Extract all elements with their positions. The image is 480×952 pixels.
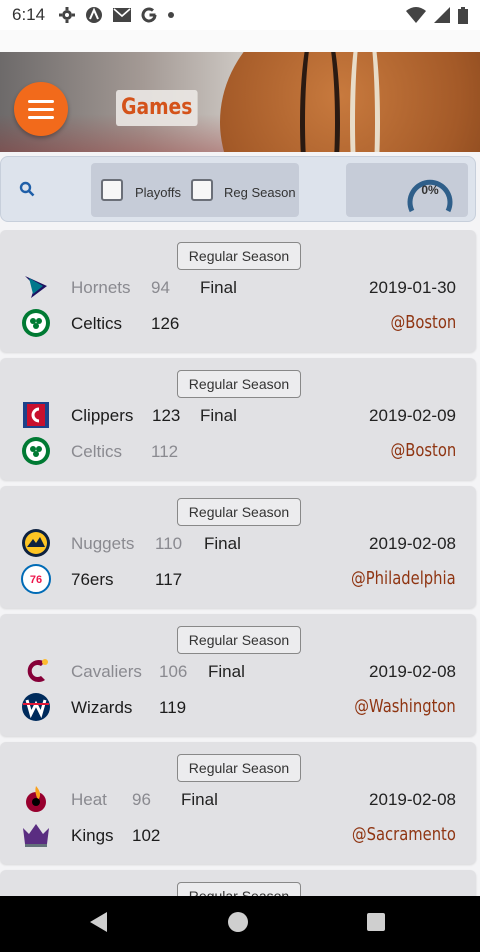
team-name: Celtics	[71, 314, 123, 333]
team-score: 126	[151, 314, 180, 333]
back-icon[interactable]	[90, 912, 107, 932]
gear-icon	[59, 7, 76, 23]
game-date: 2019-01-30	[369, 278, 456, 297]
team-row-home: 76 76ers 117 @Philadelphia	[0, 564, 476, 594]
team-name: Kings	[71, 826, 114, 845]
game-status: Final	[204, 534, 241, 553]
team-row-away: Cavaliers 106 Final 2019-02-08	[0, 656, 476, 686]
status-time: 6:14	[12, 5, 46, 24]
reg-season-checkbox[interactable]	[191, 179, 213, 201]
game-date: 2019-02-08	[369, 790, 456, 809]
battery-icon	[458, 6, 468, 24]
team-row-away: Clippers 123 Final 2019-02-09	[0, 400, 476, 430]
hamburger-icon	[28, 99, 54, 103]
team-row-home: Wizards 119 @Washington	[0, 692, 476, 722]
game-date: 2019-02-08	[369, 534, 456, 553]
game-status: Final	[200, 406, 237, 425]
search-icon[interactable]	[19, 181, 35, 197]
game-location: @Boston	[390, 440, 456, 461]
team-row-home: Celtics 112 @Boston	[0, 436, 476, 466]
progress-text: 0%	[421, 183, 439, 197]
team-row-away: Heat 96 Final 2019-02-08	[0, 784, 476, 814]
playoffs-label: Playoffs	[135, 185, 182, 200]
a-circle-icon	[86, 7, 103, 23]
team-name: Cavaliers	[71, 662, 142, 681]
svg-text:76: 76	[30, 574, 42, 586]
team-row-home: Celtics 126 @Boston	[0, 308, 476, 338]
team-name: Heat	[71, 790, 107, 809]
games-list[interactable]: Regular Season Hornets 94 Final 2019-01-30 Ce…	[0, 230, 480, 896]
team-score: 110	[155, 534, 183, 553]
game-location: @Boston	[390, 312, 456, 333]
kings-logo-icon	[21, 820, 51, 850]
team-score: 112	[151, 442, 179, 461]
celtics-logo-icon	[21, 308, 51, 338]
season-badge: Regular Season	[177, 754, 301, 782]
game-location: @Sacramento	[351, 824, 456, 845]
team-score: 119	[159, 698, 187, 717]
status-bar: 6:14	[0, 0, 480, 30]
menu-button[interactable]	[14, 82, 68, 136]
dot-icon	[168, 12, 175, 18]
wifi-icon	[406, 7, 426, 23]
home-icon[interactable]	[228, 912, 248, 932]
reg-season-label: Reg Season	[224, 185, 296, 200]
game-card[interactable]: Regular Season Clippers 123 Final 2019-02-09…	[0, 358, 476, 480]
heat-logo-icon	[21, 784, 51, 814]
playoffs-checkbox[interactable]	[101, 179, 123, 201]
season-badge: Regular Season	[177, 370, 301, 398]
team-score: 106	[159, 662, 188, 681]
ball-seam	[300, 52, 340, 152]
76ers-logo-icon: 76	[21, 564, 51, 594]
recents-icon[interactable]	[367, 913, 385, 931]
game-location: @Washington	[354, 696, 456, 717]
game-date: 2019-02-08	[369, 662, 456, 681]
game-location: @Philadelphia	[351, 568, 456, 589]
game-card[interactable]: Regular Season Cavaliers 106 Final 2019-02-0…	[0, 614, 476, 736]
team-name: Celtics	[71, 442, 123, 461]
signal-icon	[434, 7, 450, 23]
progress-box: 0%	[346, 163, 468, 217]
team-score: 102	[132, 826, 161, 845]
season-filter-group: Playoffs Reg Season	[91, 163, 299, 217]
cavaliers-logo-icon	[21, 656, 51, 686]
nuggets-logo-icon	[21, 528, 51, 558]
game-card[interactable]: Regular Season Nuggets 110 Final 2019-02-08 7…	[0, 486, 476, 608]
team-score: 123	[152, 406, 181, 425]
game-status: Final	[181, 790, 218, 809]
page-title: Games	[116, 90, 198, 126]
header-banner	[0, 52, 480, 152]
game-card[interactable]: Regular Season Heat 96 Final 2019-02-08 Kings…	[0, 742, 476, 864]
team-name: Clippers	[71, 406, 134, 425]
ball-seam	[350, 52, 380, 152]
hornets-logo-icon	[21, 272, 51, 302]
team-score: 96	[132, 790, 151, 809]
game-card[interactable]: Regular Season	[0, 870, 476, 896]
team-row-away: Nuggets 110 Final 2019-02-08	[0, 528, 476, 558]
season-badge: Regular Season	[177, 498, 301, 526]
celtics-logo-icon	[21, 436, 51, 466]
mail-icon	[113, 8, 132, 22]
team-row-away: Hornets 94 Final 2019-01-30	[0, 272, 476, 302]
clippers-logo-icon	[21, 400, 51, 430]
season-badge: Regular Season	[177, 882, 301, 896]
team-name: Hornets	[71, 278, 131, 297]
system-nav-bar	[0, 896, 480, 952]
season-badge: Regular Season	[177, 626, 301, 654]
filter-bar: Playoffs Reg Season 0%	[0, 156, 476, 222]
google-icon	[141, 7, 157, 23]
app-bar-spacer	[0, 30, 480, 52]
team-score: 94	[151, 278, 170, 297]
game-card[interactable]: Regular Season Hornets 94 Final 2019-01-30 Ce…	[0, 230, 476, 352]
team-score: 117	[155, 570, 183, 589]
team-name: 76ers	[71, 570, 114, 589]
season-badge: Regular Season	[177, 242, 301, 270]
game-status: Final	[200, 278, 237, 297]
team-name: Nuggets	[71, 534, 135, 553]
game-date: 2019-02-09	[369, 406, 456, 425]
team-name: Wizards	[71, 698, 133, 717]
wizards-logo-icon	[21, 692, 51, 722]
team-row-home: Kings 102 @Sacramento	[0, 820, 476, 850]
game-status: Final	[208, 662, 245, 681]
